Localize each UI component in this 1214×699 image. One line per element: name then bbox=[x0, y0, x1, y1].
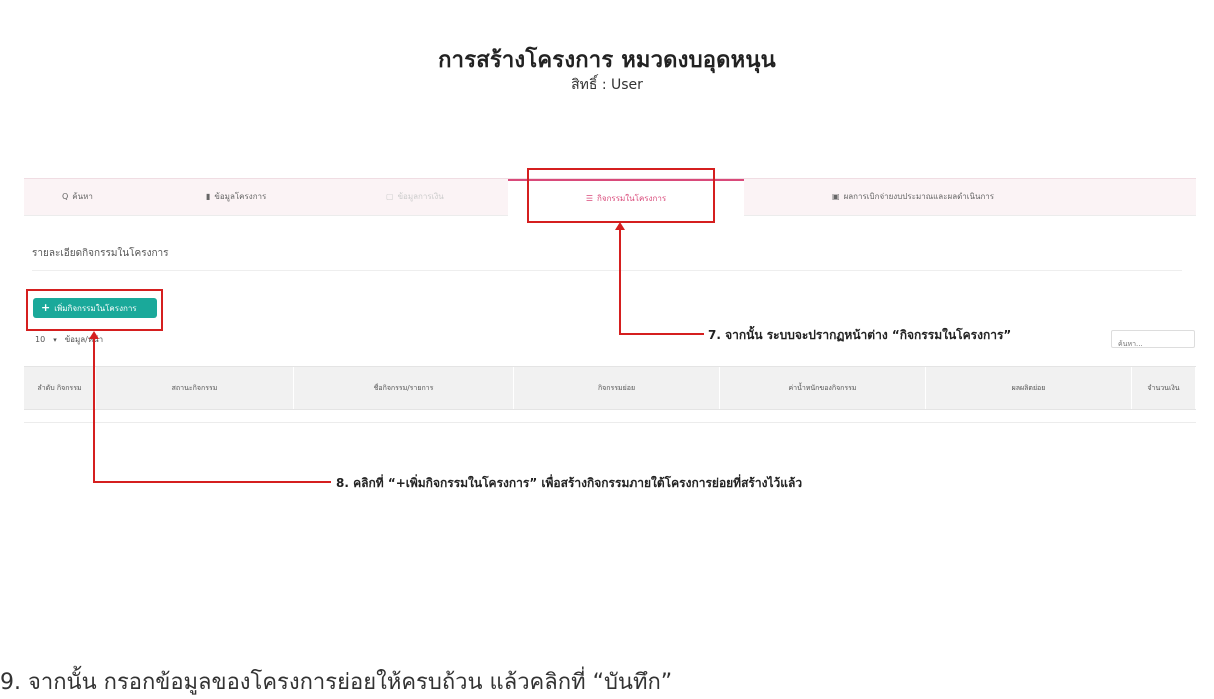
tab-label: ผลการเบิกจ่ายงบประมาณและผลดำเนินการ bbox=[843, 192, 995, 201]
tab-label: ข้อมูลการเงิน bbox=[397, 192, 444, 201]
table-icon: ▢ bbox=[386, 192, 394, 201]
column-header[interactable]: ผลผลิตย่อย bbox=[926, 367, 1132, 409]
column-header[interactable]: กิจกรรมย่อย bbox=[514, 367, 720, 409]
table-row[interactable] bbox=[24, 416, 1196, 423]
activities-table-header: ลำดับ กิจกรรม สถานะกิจกรรม ชื่อกิจกรรม/ร… bbox=[24, 366, 1196, 410]
tab-project-info[interactable]: ▮ ข้อมูลโครงการ bbox=[206, 179, 346, 215]
page-size-value: 10 bbox=[35, 335, 46, 344]
connector-line bbox=[619, 333, 704, 335]
section-heading: รายละเอียดกิจกรรมในโครงการ bbox=[32, 248, 169, 259]
search-input[interactable] bbox=[1112, 336, 1194, 352]
search-icon: Q bbox=[62, 192, 69, 201]
step9-text: 9. จากนั้น กรอกข้อมูลของโครงการย่อยให้คร… bbox=[0, 670, 673, 695]
step8-annotation: 8. คลิกที่ “+เพิ่มกิจกรรมในโครงการ” เพื่… bbox=[336, 476, 803, 490]
connector-line bbox=[93, 337, 95, 483]
column-header[interactable]: ลำดับ กิจกรรม bbox=[24, 367, 96, 409]
tab-label: ค้นหา bbox=[72, 192, 93, 201]
search-box[interactable] bbox=[1111, 330, 1195, 352]
report-icon: ▣ bbox=[832, 192, 840, 201]
divider bbox=[32, 270, 1182, 271]
highlight-box-activities-tab bbox=[527, 168, 715, 223]
column-header[interactable]: จำนวนเงิน bbox=[1132, 367, 1196, 409]
document-icon: ▮ bbox=[206, 192, 211, 201]
step7-annotation: 7. จากนั้น ระบบจะปรากฏหน้าต่าง “กิจกรรมใ… bbox=[708, 328, 1012, 342]
document-subtitle: สิทธิ์ : User bbox=[571, 77, 643, 93]
column-header[interactable]: สถานะกิจกรรม bbox=[96, 367, 294, 409]
connector-line bbox=[93, 481, 331, 483]
tab-disbursement-results[interactable]: ▣ ผลการเบิกจ่ายงบประมาณและผลดำเนินการ bbox=[832, 179, 1132, 215]
highlight-box-add-button bbox=[26, 289, 163, 331]
tab-finance[interactable]: ▢ ข้อมูลการเงิน bbox=[386, 179, 506, 215]
column-header[interactable]: ชื่อกิจกรรม/รายการ bbox=[294, 367, 514, 409]
document-title: การสร้างโครงการ หมวดงบอุดหนุน bbox=[438, 48, 776, 73]
chevron-down-icon: ▾ bbox=[53, 336, 57, 344]
column-header[interactable]: ค่าน้ำหนักของกิจกรรม bbox=[720, 367, 926, 409]
connector-line bbox=[619, 228, 621, 335]
tab-search[interactable]: Q ค้นหา bbox=[62, 179, 182, 215]
tab-label: ข้อมูลโครงการ bbox=[214, 192, 267, 201]
